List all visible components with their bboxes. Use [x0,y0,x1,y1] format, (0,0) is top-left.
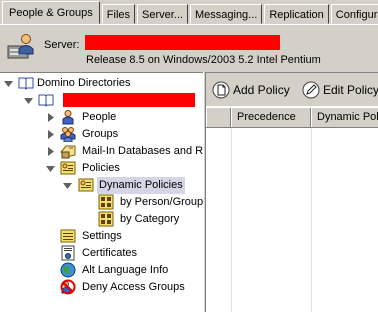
server-person-icon [7,34,34,59]
tree-item-label: Mail-In Databases and R [82,145,203,157]
view-column-header: Precedence Dynamic Pol [206,108,378,128]
tree-item-settings[interactable]: Settings [60,228,203,245]
tab-files[interactable]: Files [101,4,136,24]
action-bar: Add Policy Edit Policy [206,72,378,106]
server-label: Server: [44,39,80,51]
column-divider [231,128,232,312]
tree-item-label: People [82,111,117,123]
tab-server[interactable]: Server... [137,4,188,24]
deny-icon [60,279,76,295]
tab-configuration[interactable]: Configurati [330,4,378,24]
tree-item-label: Deny Access Groups [82,281,185,293]
expand-arrow-icon[interactable] [46,113,55,122]
mailin-icon [60,145,76,159]
book-icon [38,94,54,107]
edit-pencil-icon [302,81,320,99]
tree-item-label: Policies [82,162,120,174]
add-policy-button[interactable]: Add Policy [212,81,302,99]
directory-name-redacted [63,93,195,107]
tree-item-deny-access-groups[interactable]: Deny Access Groups [60,279,203,296]
tree-item-by-category[interactable]: by Category [98,211,203,228]
tree-item-dynamic-policies[interactable]: Dynamic Policies [63,177,203,194]
tree-item-people[interactable]: People [46,109,203,126]
tree-item-certificates[interactable]: Certificates [60,245,203,262]
view-document-list[interactable] [206,128,378,312]
tree-root-label: Domino Directories [37,77,131,89]
policies-icon [60,161,76,175]
tree-item-label: by Category [120,213,180,225]
view-icon [98,194,114,210]
book-icon [18,77,34,90]
tree-item-mail-in-databases[interactable]: Mail-In Databases and R [46,143,203,160]
server-name-redacted [85,35,280,50]
settings-icon [60,229,76,243]
add-document-icon [212,81,230,99]
add-policy-label: Add Policy [233,83,290,97]
tab-messaging[interactable]: Messaging... [189,4,263,24]
domino-directory-tree[interactable]: Domino Directories People Groups Mail-In… [0,72,203,312]
tree-item-by-person-group[interactable]: by Person/Group [98,194,203,211]
server-header: Server: Release 8.5 on Windows/2003 5.2 … [0,26,378,72]
tree-item-label: Dynamic Policies [97,177,185,194]
column-divider [311,128,312,312]
policy-view-pane: Add Policy Edit Policy Precedence Dynami… [206,72,378,312]
tab-replication[interactable]: Replication [264,4,329,24]
people-icon [62,110,74,125]
groups-icon [60,127,76,142]
edit-policy-button[interactable]: Edit Policy [302,81,378,99]
collapse-arrow-icon[interactable] [46,164,55,173]
dynamic-policies-icon [78,178,94,192]
server-release-info: Release 8.5 on Windows/2003 5.2 Intel Pe… [86,54,321,66]
tab-people-groups[interactable]: People & Groups [2,1,100,24]
tree-item-label: Settings [82,230,122,242]
tree-root-domino-directories[interactable]: Domino Directories [4,75,203,92]
collapse-arrow-icon[interactable] [63,181,72,190]
collapse-arrow-icon[interactable] [24,96,33,105]
column-header-precedence[interactable]: Precedence [231,108,311,127]
column-header-blank[interactable] [206,108,231,127]
column-header-dynamic-policy[interactable]: Dynamic Pol [311,108,378,127]
expand-arrow-icon[interactable] [46,130,55,139]
tree-item-label: by Person/Group [120,196,203,208]
expand-arrow-icon[interactable] [46,147,55,156]
edit-policy-label: Edit Policy [323,83,378,97]
tree-item-alt-language-info[interactable]: Alt Language Info [60,262,203,279]
certificates-icon [61,245,75,261]
collapse-arrow-icon[interactable] [4,79,13,88]
tree-item-groups[interactable]: Groups [46,126,203,143]
tree-item-label: Alt Language Info [82,264,169,276]
view-icon [98,211,114,227]
tree-item-label: Groups [82,128,119,140]
tree-item-label: Certificates [82,247,138,259]
tree-item-policies[interactable]: Policies [46,160,203,177]
tab-bar: People & Groups Files Server... Messagin… [0,0,378,26]
globe-icon [60,262,76,278]
